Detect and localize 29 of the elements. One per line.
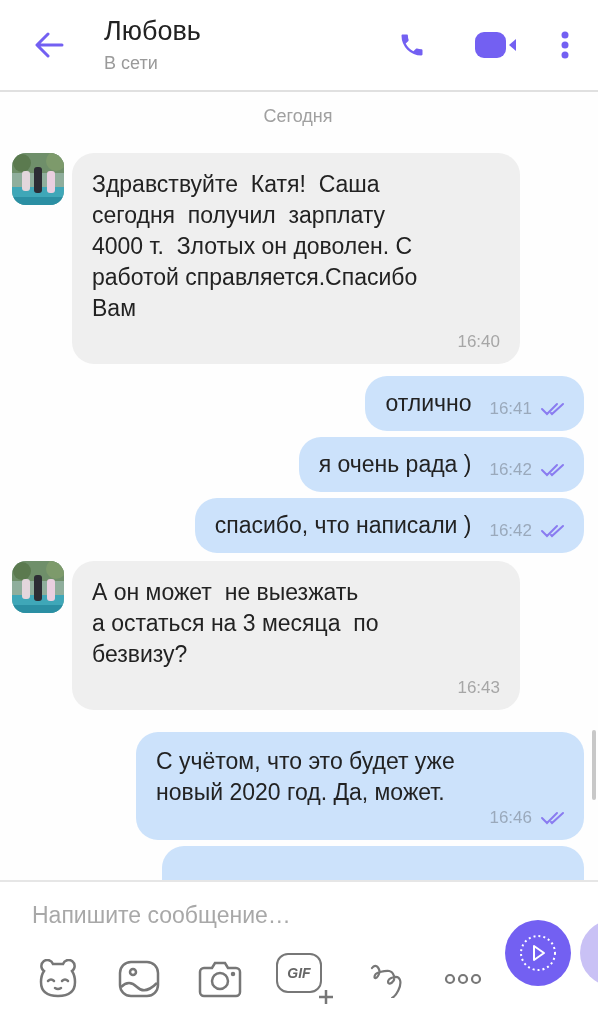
contact-status: В сети <box>104 53 159 74</box>
message-time: 16:46 <box>489 808 532 828</box>
read-check-icon <box>540 462 566 478</box>
message-time: 16:40 <box>457 332 500 352</box>
plus-icon <box>318 989 334 1005</box>
more-vertical-icon <box>560 30 570 60</box>
scrollbar <box>592 730 596 800</box>
message-time: 16:42 <box>489 460 532 480</box>
message-text: Здравствуйте Катя! Саша сегодня получил зарплату 4000 т. Злотых он доволен. С работой справляется.Спасибо Вам <box>92 170 419 323</box>
date-separator: Сегодня <box>263 106 333 127</box>
back-arrow-icon <box>34 32 64 58</box>
message-input[interactable]: Напишите сообщение… <box>32 902 472 929</box>
message-time: 16:43 <box>457 678 500 698</box>
contact-name: Любовь <box>104 16 202 47</box>
message-text: А он может не выезжать а остаться на 3 месяца по безвизу? <box>92 578 380 669</box>
image-icon <box>118 960 160 998</box>
read-check-icon <box>540 523 566 539</box>
message-time: 16:41 <box>489 399 532 419</box>
play-icon <box>519 934 557 972</box>
video-camera-icon <box>474 30 518 60</box>
read-check-icon <box>540 810 566 826</box>
more-horizontal-icon <box>444 973 482 985</box>
message-text: С учётом, что это будет уже новый 2020 год. Да, может. <box>156 747 456 807</box>
message-text: я очень рада ) <box>318 450 472 479</box>
message-time: 16:42 <box>489 521 532 541</box>
message-text: отлично <box>385 389 472 418</box>
camera-icon <box>198 960 242 998</box>
read-check-icon <box>540 401 566 417</box>
message-text: спасибо, что написали ) <box>214 511 472 540</box>
